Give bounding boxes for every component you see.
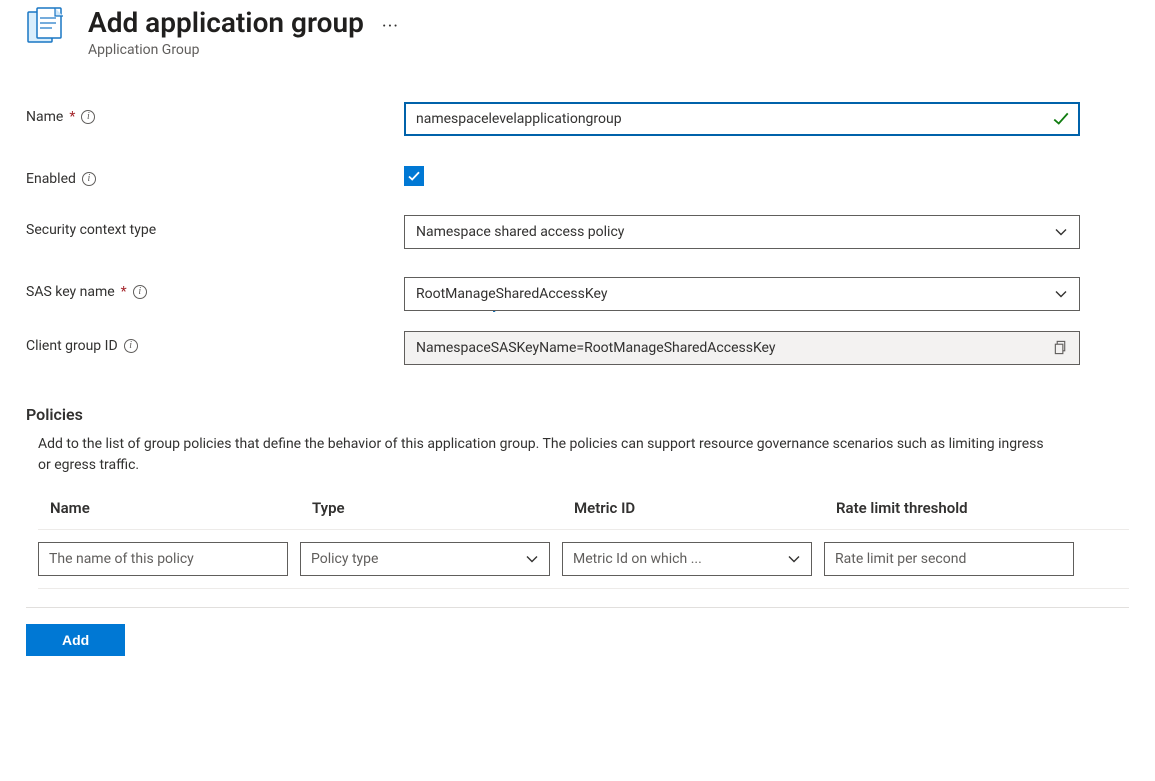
security-context-type-label: Security context type [26,222,156,238]
policy-type-select[interactable]: Policy type [300,542,550,576]
name-input[interactable] [404,102,1080,136]
chevron-down-icon [1054,225,1068,239]
policy-name-input[interactable] [38,542,288,576]
policy-metric-id-placeholder: Metric Id on which ... [573,551,702,567]
enabled-checkbox[interactable] [404,166,424,186]
policies-new-row: Policy type Metric Id on which ... [38,542,1129,576]
page-subtitle: Application Group [88,42,399,58]
page-title: Add application group [88,6,364,40]
more-actions-button[interactable]: ··· [382,10,399,36]
policies-description: Add to the list of group policies that d… [38,434,1058,477]
info-icon[interactable]: i [81,110,95,124]
col-metric-id: Metric ID [574,499,824,517]
sas-key-name-label: SAS key name [26,284,115,300]
col-threshold: Rate limit threshold [836,499,1086,517]
name-label: Name [26,109,63,125]
chevron-down-icon [525,552,539,566]
policies-table: Name Type Metric ID Rate limit threshold… [38,499,1129,589]
policies-table-header: Name Type Metric ID Rate limit threshold [38,499,1129,530]
info-icon[interactable]: i [82,172,96,186]
footer: Add [26,607,1129,656]
policy-rate-limit-input[interactable] [824,542,1074,576]
policy-metric-id-select[interactable]: Metric Id on which ... [562,542,812,576]
info-icon[interactable]: i [124,339,138,353]
sas-key-name-value: RootManageSharedAccessKey [416,286,607,302]
client-group-id-value: NamespaceSASKeyName=RootManageSharedAcce… [416,340,776,356]
col-name: Name [50,499,300,517]
copy-icon[interactable] [1053,340,1068,355]
policies-heading: Policies [26,405,1129,424]
check-icon [1052,110,1070,128]
chevron-down-icon [787,552,801,566]
security-context-type-select[interactable]: Namespace shared access policy [404,215,1080,249]
enabled-label: Enabled [26,171,76,187]
sas-key-name-select[interactable]: RootManageSharedAccessKey [404,277,1080,311]
client-group-id-field: NamespaceSASKeyName=RootManageSharedAcce… [404,331,1080,365]
add-button[interactable]: Add [26,624,125,656]
required-indicator: * [121,284,127,300]
application-group-icon [26,6,68,50]
chevron-down-icon [1054,287,1068,301]
info-icon[interactable]: i [133,285,147,299]
client-group-id-label: Client group ID [26,338,118,354]
security-context-type-value: Namespace shared access policy [416,224,624,240]
col-type: Type [312,499,562,517]
policy-type-placeholder: Policy type [311,551,378,567]
required-indicator: * [69,109,75,125]
page-header: Add application group ··· Application Gr… [26,6,1129,58]
checkmark-icon [407,169,421,183]
